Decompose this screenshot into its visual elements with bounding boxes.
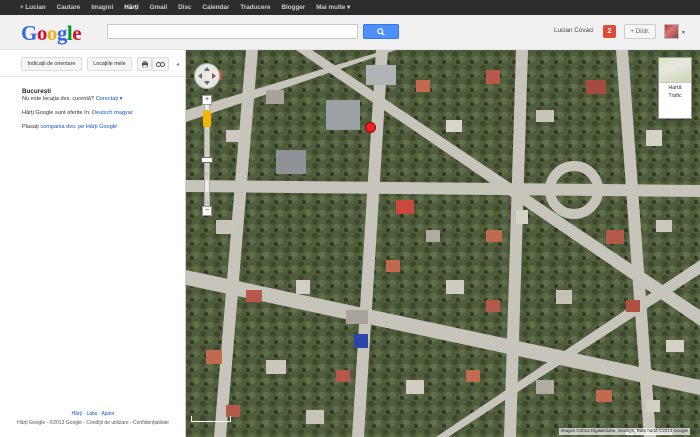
chevron-left-icon[interactable]: ◂	[176, 61, 179, 68]
logo-letter: e	[72, 21, 82, 45]
languages-text: Hărți Google sunt oferite în:	[22, 110, 91, 116]
sidebar-footer: Hărți · Labs · Ajutor Hărți Google - ©20…	[0, 411, 186, 426]
map-type-label[interactable]: Hartă	[659, 83, 691, 91]
place-title: București	[22, 88, 52, 95]
topbar-link-images[interactable]: Imagini	[91, 4, 113, 11]
logo-letter: G	[21, 21, 37, 45]
logo-letter: o	[46, 21, 58, 45]
topbar-link-drive[interactable]: Disc	[178, 4, 191, 11]
add-business-text: Plasați	[22, 124, 39, 130]
topbar-link-search[interactable]: Cautare	[57, 4, 80, 11]
search-button[interactable]	[363, 24, 399, 39]
my-places-button[interactable]: Locaţiile mele	[87, 57, 132, 71]
print-icon	[141, 60, 148, 68]
search-input[interactable]	[107, 24, 358, 39]
footer-links[interactable]: Hărți · Labs · Ajutor	[0, 411, 186, 417]
correct-location-link[interactable]: Corectați ▾	[96, 96, 123, 102]
header: Google Lucian Covaci 2 + Distr. ▼	[0, 15, 700, 50]
share-button[interactable]: + Distr.	[624, 24, 656, 39]
topbar-link-maps[interactable]: Hărți	[124, 4, 138, 11]
location-question-text: Nu este locația dvs. curentă?	[22, 96, 95, 102]
street-view-pegman-icon[interactable]	[203, 110, 211, 127]
sidebar-panel: Indicaţii de orientare Locaţiile mele ◂ …	[0, 50, 186, 437]
add-business-link[interactable]: compania dvs. pe Hărți Google	[40, 124, 117, 130]
scale-bar	[191, 416, 231, 422]
topbar-link-translate[interactable]: Traducere	[240, 4, 270, 11]
top-navigation-bar: + Lucian Cautare Imagini Hărți Gmail Dis…	[0, 0, 700, 15]
avatar[interactable]	[664, 24, 679, 39]
location-pin-marker[interactable]	[365, 122, 376, 133]
topbar-link-more[interactable]: Mai multe ▾	[316, 4, 350, 11]
search-icon	[377, 27, 385, 36]
sidebar-content: București Nu este locația dvs. curentă? …	[22, 88, 182, 130]
link-icon	[156, 61, 165, 67]
sidebar-toolbar: Indicaţii de orientare Locaţiile mele ◂	[0, 50, 186, 77]
chevron-down-icon[interactable]: ▼	[681, 30, 686, 36]
plus-icon: +	[630, 28, 634, 35]
zoom-in-button[interactable]: +	[202, 95, 212, 105]
map-attribution: Imagini ©2013 DigitalGlobe, GeoEye, Date…	[558, 428, 690, 435]
topbar-link-profile[interactable]: + Lucian	[20, 4, 46, 11]
user-name-link[interactable]: Lucian Covaci	[554, 27, 594, 34]
google-logo[interactable]: Google	[21, 21, 82, 46]
logo-letter: g	[56, 21, 68, 45]
add-business-line: Plasați compania dvs. pe Hărți Google	[22, 124, 182, 130]
location-question: Nu este locația dvs. curentă? Corectați …	[22, 96, 182, 102]
print-button[interactable]	[137, 57, 152, 71]
topbar-link-calendar[interactable]: Calendar	[202, 4, 229, 11]
topbar-link-gmail[interactable]: Gmail	[150, 4, 168, 11]
traffic-label[interactable]: Trafic	[659, 91, 691, 99]
zoom-slider-thumb[interactable]	[201, 157, 213, 163]
link-button[interactable]	[152, 57, 169, 71]
satellite-imagery	[186, 50, 700, 437]
notifications-badge[interactable]: 2	[603, 25, 616, 38]
share-button-label: Distr.	[635, 28, 650, 35]
logo-letter: o	[36, 21, 48, 45]
pan-arrows-icon	[198, 67, 216, 85]
footer-legal[interactable]: Hărți Google - ©2013 Google - Condiții d…	[0, 420, 186, 426]
map-type-switcher[interactable]: Hartă Trafic	[658, 57, 692, 119]
pan-control[interactable]	[194, 63, 220, 89]
map-type-thumbnail[interactable]	[659, 58, 691, 83]
languages-line: Hărți Google sunt oferite în: Deutsch ma…	[22, 110, 182, 116]
topbar-link-blogger[interactable]: Blogger	[281, 4, 305, 11]
directions-button[interactable]: Indicaţii de orientare	[21, 57, 82, 71]
map-satellite-view[interactable]: + − Hartă Trafic Raportați o problemă Im…	[186, 50, 700, 437]
language-links[interactable]: Deutsch magyar	[92, 110, 133, 116]
zoom-out-button[interactable]: −	[202, 206, 212, 216]
